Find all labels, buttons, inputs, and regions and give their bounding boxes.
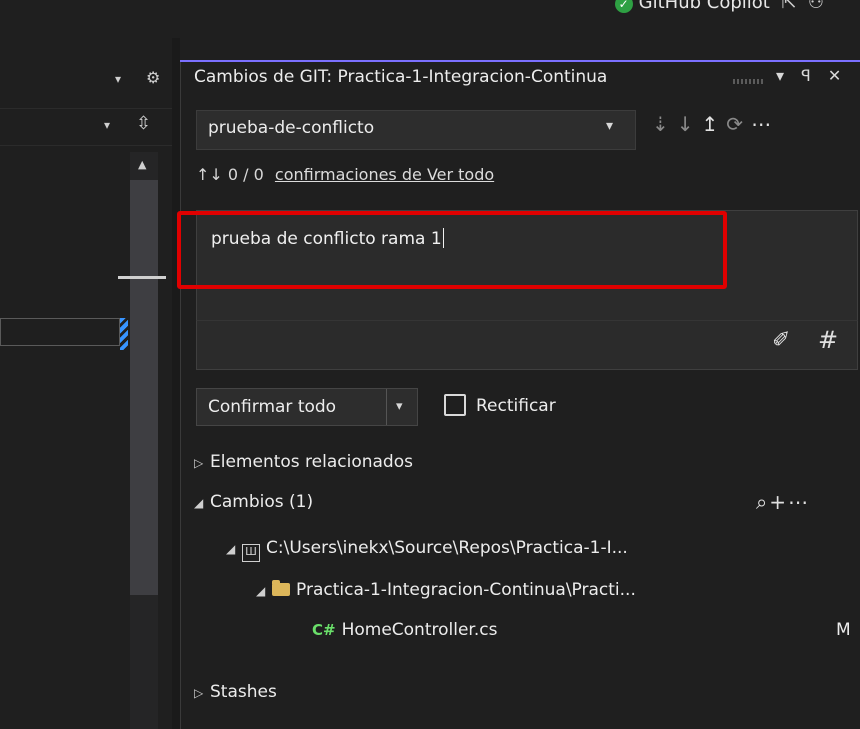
ai-generate-message-icon[interactable]: ✐	[772, 328, 790, 353]
amend-checkbox[interactable]	[444, 394, 466, 416]
related-items-section[interactable]: ▷ Elementos relacionados	[194, 452, 413, 472]
sync-icon[interactable]: ⟳	[726, 112, 751, 136]
project-folder-node[interactable]: ◢ Practica-1-Integracion-Continua\Practi.…	[256, 580, 636, 600]
changes-section[interactable]: ◢ Cambios (1)	[194, 492, 313, 512]
scroll-position-marker	[118, 276, 166, 279]
changes-actions[interactable]: ⌕+⋯	[756, 490, 810, 514]
scrollbar-thumb[interactable]	[130, 180, 158, 595]
pull-icon[interactable]: ↓	[677, 112, 702, 136]
arrows-updown-icon: ↑↓	[196, 165, 223, 184]
commit-counts: 0 / 0	[227, 165, 264, 184]
gear-icon[interactable]: ⚙	[146, 68, 160, 87]
folder-icon	[272, 580, 290, 596]
change-marker	[120, 318, 128, 350]
repo-icon: Ш	[242, 544, 260, 562]
commit-all-label[interactable]: Confirmar todo	[208, 397, 336, 417]
outgoing-incoming-counts: ↑↓ 0 / 0 confirmaciones de Ver todo	[196, 165, 494, 184]
commit-message-toolbar	[196, 320, 858, 370]
copilot-check-icon: ✓	[614, 0, 633, 13]
chevron-down-icon[interactable]: ▾	[104, 118, 110, 132]
csharp-file-icon: C#	[312, 621, 336, 639]
commit-button-divider	[386, 389, 387, 425]
sync-toolbar: ⇣↓↥⟳⋯	[652, 112, 779, 136]
reference-hash-icon[interactable]: #	[818, 326, 838, 354]
chevron-expanded-icon: ◢	[256, 584, 266, 598]
stashes-section[interactable]: ▷ Stashes	[194, 682, 277, 702]
chevron-down-icon[interactable]: ▾	[115, 72, 121, 86]
copilot-label: GitHub Copilot	[638, 0, 770, 13]
left-input-field[interactable]	[0, 318, 120, 346]
fetch-icon[interactable]: ⇣	[652, 112, 677, 136]
copilot-status[interactable]: ✓ GitHub Copilot ⇱ ⚇	[614, 0, 824, 13]
chevron-expanded-icon: ◢	[226, 542, 236, 556]
amend-label[interactable]: Rectificar	[476, 396, 556, 416]
split-icon[interactable]: ⇳	[136, 113, 151, 134]
chevron-down-icon[interactable]: ▾	[396, 399, 403, 414]
chevron-expanded-icon: ◢	[194, 496, 204, 510]
panel-active-indicator	[180, 60, 860, 62]
push-icon[interactable]: ↥	[702, 112, 727, 136]
highlight-annotation-box	[177, 211, 727, 289]
panel-title: Cambios de GIT: Practica-1-Integracion-C…	[194, 67, 608, 87]
more-icon[interactable]: ⋯	[751, 112, 779, 136]
changed-file-item[interactable]: C# HomeController.cs	[312, 620, 497, 640]
branch-name: prueba-de-conflicto	[208, 118, 375, 138]
chevron-down-icon[interactable]: ▾	[606, 118, 613, 134]
chevron-right-icon: ▷	[194, 456, 204, 470]
account-icon[interactable]: ⚇	[802, 0, 824, 13]
drag-grip[interactable]	[733, 79, 765, 84]
panel-splitter[interactable]	[172, 38, 180, 729]
file-status-badge: M	[836, 620, 851, 640]
panel-window-actions[interactable]: ▾ ꟼ ✕	[776, 66, 847, 85]
scroll-up-icon[interactable]: ▲	[138, 158, 146, 171]
left-panel-toolbar: ▾ ⇳	[0, 108, 172, 146]
view-all-commits-link[interactable]: confirmaciones de Ver todo	[275, 165, 494, 184]
left-panel-header: ▾ ⚙	[0, 62, 172, 96]
chevron-right-icon: ▷	[194, 686, 204, 700]
share-icon[interactable]: ⇱	[776, 0, 796, 13]
repo-node[interactable]: ◢ Ш C:\Users\inekx\Source\Repos\Practica-1…	[226, 538, 628, 562]
